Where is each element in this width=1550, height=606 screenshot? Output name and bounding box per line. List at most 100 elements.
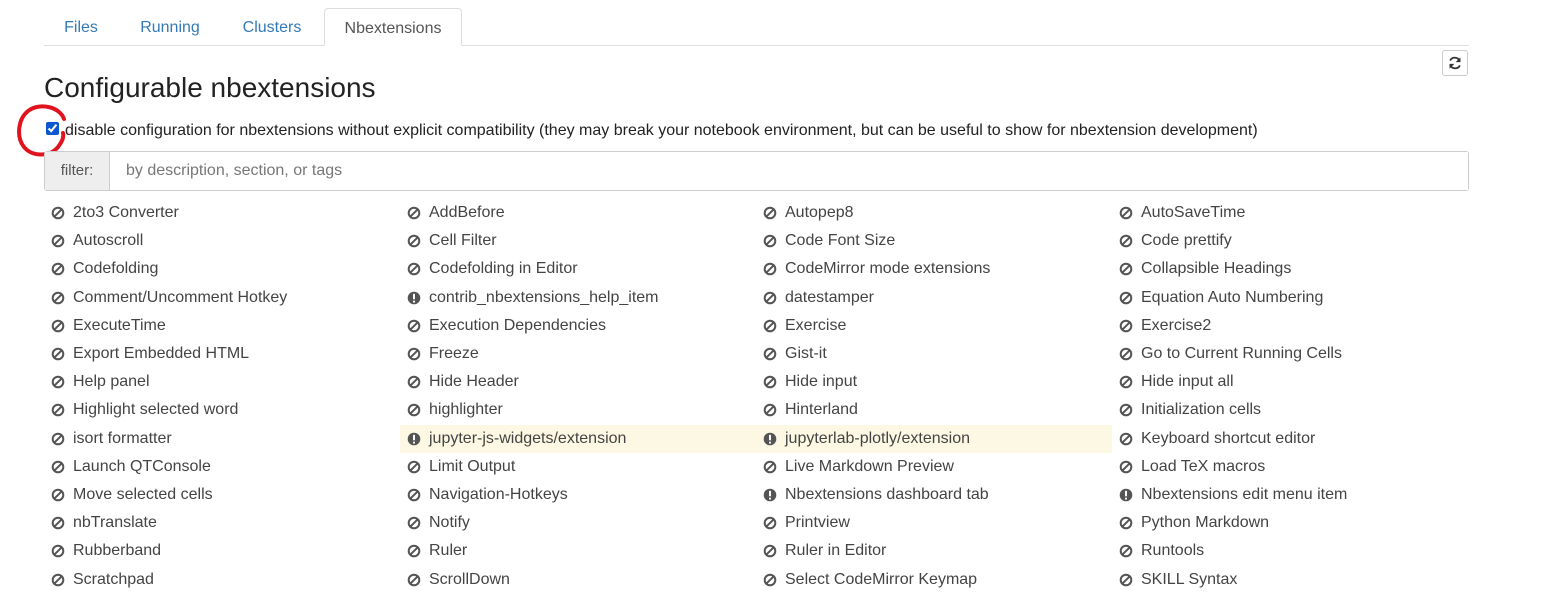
extension-label: ExecuteTime: [73, 316, 166, 334]
extension-item[interactable]: Codefolding in Editor: [400, 255, 756, 283]
tab-running[interactable]: Running: [124, 8, 216, 45]
compat-label[interactable]: disable configuration for nbextensions w…: [65, 121, 1258, 141]
ban-icon: [51, 347, 73, 361]
extension-item[interactable]: spellchecker: [1112, 594, 1469, 606]
extension-item[interactable]: Runtools: [1112, 537, 1469, 565]
extension-label: Live Markdown Preview: [785, 457, 954, 475]
extension-item[interactable]: Collapsible Headings: [1112, 255, 1469, 283]
filter-group: filter:: [44, 151, 1469, 191]
ban-icon: [763, 347, 785, 361]
extension-item[interactable]: Printview: [756, 509, 1112, 537]
extension-item[interactable]: contrib_nbextensions_help_item: [400, 284, 756, 312]
extension-item[interactable]: Keyboard shortcut editor: [1112, 425, 1469, 453]
extension-item[interactable]: SKILL Syntax: [1112, 565, 1469, 593]
extension-item[interactable]: AddBefore: [400, 199, 756, 227]
tab-files[interactable]: Files: [44, 8, 118, 45]
extension-item[interactable]: Select CodeMirror Keymap: [756, 565, 1112, 593]
extension-item[interactable]: Python Markdown: [1112, 509, 1469, 537]
extension-item[interactable]: Highlight selected word: [44, 396, 400, 424]
extension-item[interactable]: highlighter: [400, 396, 756, 424]
extension-label: jupyterlab-plotly/extension: [785, 429, 970, 447]
extension-item[interactable]: Exercise: [756, 312, 1112, 340]
extension-item[interactable]: Snippets Menu: [756, 594, 1112, 606]
extension-item[interactable]: Snippets: [400, 594, 756, 606]
extension-item[interactable]: Nbextensions edit menu item: [1112, 481, 1469, 509]
extension-item[interactable]: jupyter-js-widgets/extension: [400, 424, 756, 453]
extension-item[interactable]: isort formatter: [44, 425, 400, 453]
extension-item[interactable]: Nbextensions dashboard tab: [756, 481, 1112, 509]
ban-icon: [51, 262, 73, 276]
ban-icon: [1119, 375, 1141, 389]
extension-item[interactable]: Freeze: [400, 340, 756, 368]
extension-item[interactable]: Autoscroll: [44, 227, 400, 255]
extension-item[interactable]: Rubberband: [44, 537, 400, 565]
extension-item[interactable]: Hide input: [756, 368, 1112, 396]
extension-item[interactable]: Initialization cells: [1112, 396, 1469, 424]
extension-label: Python Markdown: [1141, 514, 1270, 532]
ban-icon: [763, 262, 785, 276]
extension-label: contrib_nbextensions_help_item: [429, 288, 659, 306]
ban-icon: [407, 319, 429, 333]
extension-item[interactable]: Equation Auto Numbering: [1112, 284, 1469, 312]
extension-label: Go to Current Running Cells: [1141, 345, 1342, 363]
ban-icon: [51, 206, 73, 220]
extension-label: Exercise: [785, 316, 847, 334]
extension-item[interactable]: Export Embedded HTML: [44, 340, 400, 368]
extension-item[interactable]: Limit Output: [400, 453, 756, 481]
extension-label: Keyboard shortcut editor: [1141, 429, 1316, 447]
ban-icon: [763, 319, 785, 333]
compat-checkbox[interactable]: [46, 122, 59, 135]
extension-item[interactable]: Code Font Size: [756, 227, 1112, 255]
extension-label: Codefolding in Editor: [429, 260, 578, 278]
extension-item[interactable]: Ruler in Editor: [756, 537, 1112, 565]
tab-bar: Files Running Clusters Nbextensions: [44, 8, 1469, 46]
extension-item[interactable]: Hide input all: [1112, 368, 1469, 396]
extension-item[interactable]: Codefolding: [44, 255, 400, 283]
ban-icon: [763, 291, 785, 305]
ban-icon: [51, 403, 73, 417]
extension-item[interactable]: Launch QTConsole: [44, 453, 400, 481]
extension-label: Autopep8: [785, 204, 854, 222]
extension-label: ScrollDown: [429, 570, 510, 588]
extension-item[interactable]: Navigation-Hotkeys: [400, 481, 756, 509]
extension-item[interactable]: Live Markdown Preview: [756, 453, 1112, 481]
extension-label: isort formatter: [73, 429, 172, 447]
extension-item[interactable]: nbTranslate: [44, 509, 400, 537]
extension-item[interactable]: datestamper: [756, 284, 1112, 312]
extension-item[interactable]: CodeMirror mode extensions: [756, 255, 1112, 283]
extension-label: Freeze: [429, 345, 479, 363]
ban-icon: [407, 544, 429, 558]
extension-item[interactable]: Ruler: [400, 537, 756, 565]
extension-item[interactable]: Exercise2: [1112, 312, 1469, 340]
extension-item[interactable]: Code prettify: [1112, 227, 1469, 255]
extension-item[interactable]: Execution Dependencies: [400, 312, 756, 340]
extension-item[interactable]: Cell Filter: [400, 227, 756, 255]
extension-item[interactable]: Gist-it: [756, 340, 1112, 368]
extension-item[interactable]: jupyterlab-plotly/extension: [756, 424, 1112, 453]
refresh-button[interactable]: [1442, 50, 1468, 76]
extension-item[interactable]: 2to3 Converter: [44, 199, 400, 227]
extension-item[interactable]: Go to Current Running Cells: [1112, 340, 1469, 368]
extension-item[interactable]: Hide Header: [400, 368, 756, 396]
tab-clusters[interactable]: Clusters: [224, 8, 320, 45]
extension-label: Help panel: [73, 373, 150, 391]
extension-item[interactable]: Skip-Traceback: [44, 594, 400, 606]
extension-item[interactable]: ExecuteTime: [44, 312, 400, 340]
extension-item[interactable]: Comment/Uncomment Hotkey: [44, 284, 400, 312]
extension-item[interactable]: ScrollDown: [400, 565, 756, 593]
extension-item[interactable]: Notify: [400, 509, 756, 537]
filter-label: filter:: [45, 152, 110, 190]
extension-item[interactable]: Move selected cells: [44, 481, 400, 509]
extension-item[interactable]: Autopep8: [756, 199, 1112, 227]
tab-nbextensions[interactable]: Nbextensions: [324, 8, 462, 46]
ban-icon: [1119, 347, 1141, 361]
extension-item[interactable]: Load TeX macros: [1112, 453, 1469, 481]
extension-item[interactable]: Help panel: [44, 368, 400, 396]
nbextensions-page: Files Running Clusters Nbextensions Conf…: [0, 0, 1550, 606]
filter-input[interactable]: [110, 152, 1468, 190]
extension-label: Notify: [429, 514, 470, 532]
ban-icon: [1119, 403, 1141, 417]
extension-item[interactable]: Scratchpad: [44, 565, 400, 593]
extension-item[interactable]: AutoSaveTime: [1112, 199, 1469, 227]
extension-item[interactable]: Hinterland: [756, 396, 1112, 424]
